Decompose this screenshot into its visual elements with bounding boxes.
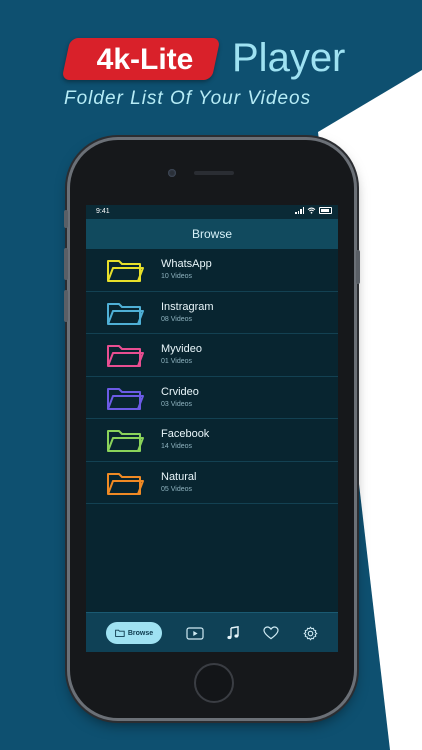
tab-browse-label: Browse bbox=[127, 629, 154, 637]
tab-favorites[interactable] bbox=[258, 622, 284, 644]
tab-settings[interactable] bbox=[297, 622, 323, 644]
folder-icon bbox=[107, 302, 144, 325]
folder-row[interactable]: Natural 05 Videos bbox=[86, 462, 338, 504]
header-title: Player bbox=[232, 36, 346, 80]
folder-video-count: 05 Videos bbox=[161, 485, 193, 493]
folder-video-count: 10 Videos bbox=[161, 273, 193, 280]
header-subtitle: Folder List Of Your Videos bbox=[64, 88, 312, 109]
folder-icon bbox=[107, 345, 144, 367]
folder-row[interactable]: Myvideo 01 Videos bbox=[86, 334, 338, 377]
battery-icon bbox=[319, 207, 332, 214]
tab-videos[interactable] bbox=[182, 622, 208, 644]
phone-camera bbox=[168, 169, 176, 177]
status-time: 9:41 bbox=[96, 208, 110, 215]
folder-name: Natural bbox=[161, 470, 197, 483]
folder-row[interactable]: WhatsApp 10 Videos bbox=[86, 249, 338, 292]
folder-icon bbox=[107, 387, 144, 410]
folder-row[interactable]: Crvideo 03 Videos bbox=[86, 377, 338, 419]
folder-name: Facebook bbox=[161, 428, 210, 440]
heart-icon bbox=[263, 626, 279, 640]
play-video-icon bbox=[186, 626, 204, 640]
folder-video-count: 14 Videos bbox=[161, 443, 193, 450]
folder-icon bbox=[107, 472, 144, 495]
app-screen: 9:41 Browse WhatsApp 10 Videos Instragram 0… bbox=[86, 205, 338, 652]
folder-name: Myvideo bbox=[161, 343, 202, 355]
status-bar: 9:41 bbox=[86, 205, 338, 219]
folder-name: Crvideo bbox=[161, 385, 199, 398]
tab-bar: Browse bbox=[86, 612, 338, 652]
nav-bar-title: Browse bbox=[86, 219, 338, 249]
phone-frame: 9:41 Browse WhatsApp 10 Videos Instragram 0… bbox=[64, 140, 360, 718]
brand-badge-text: 4k-Lite bbox=[96, 43, 194, 76]
gear-icon bbox=[303, 626, 317, 640]
phone-side-button bbox=[64, 210, 68, 228]
folder-video-count: 01 Videos bbox=[161, 358, 193, 365]
folder-icon bbox=[114, 629, 125, 637]
phone-speaker bbox=[194, 171, 234, 175]
folder-row[interactable]: Instragram 08 Videos bbox=[86, 292, 338, 334]
folder-icon bbox=[107, 430, 144, 452]
folder-icon bbox=[107, 260, 144, 282]
folder-row[interactable]: Facebook 14 Videos bbox=[86, 419, 338, 462]
signal-icon bbox=[295, 207, 304, 214]
music-note-icon bbox=[227, 626, 239, 640]
phone-home-button bbox=[194, 663, 234, 703]
phone-power-button bbox=[356, 250, 360, 284]
tab-music[interactable] bbox=[220, 622, 246, 644]
folder-video-count: 03 Videos bbox=[161, 400, 193, 408]
folder-name: WhatsApp bbox=[161, 258, 212, 270]
folder-list: WhatsApp 10 Videos Instragram 08 Videos Myvi… bbox=[86, 249, 338, 504]
phone-volume-up bbox=[64, 248, 68, 280]
folder-name: Instragram bbox=[161, 300, 214, 313]
phone-volume-down bbox=[64, 290, 68, 322]
tab-browse[interactable]: Browse bbox=[106, 622, 162, 644]
wifi-icon bbox=[307, 207, 316, 214]
status-icons bbox=[295, 207, 332, 214]
folder-video-count: 08 Videos bbox=[161, 315, 193, 323]
